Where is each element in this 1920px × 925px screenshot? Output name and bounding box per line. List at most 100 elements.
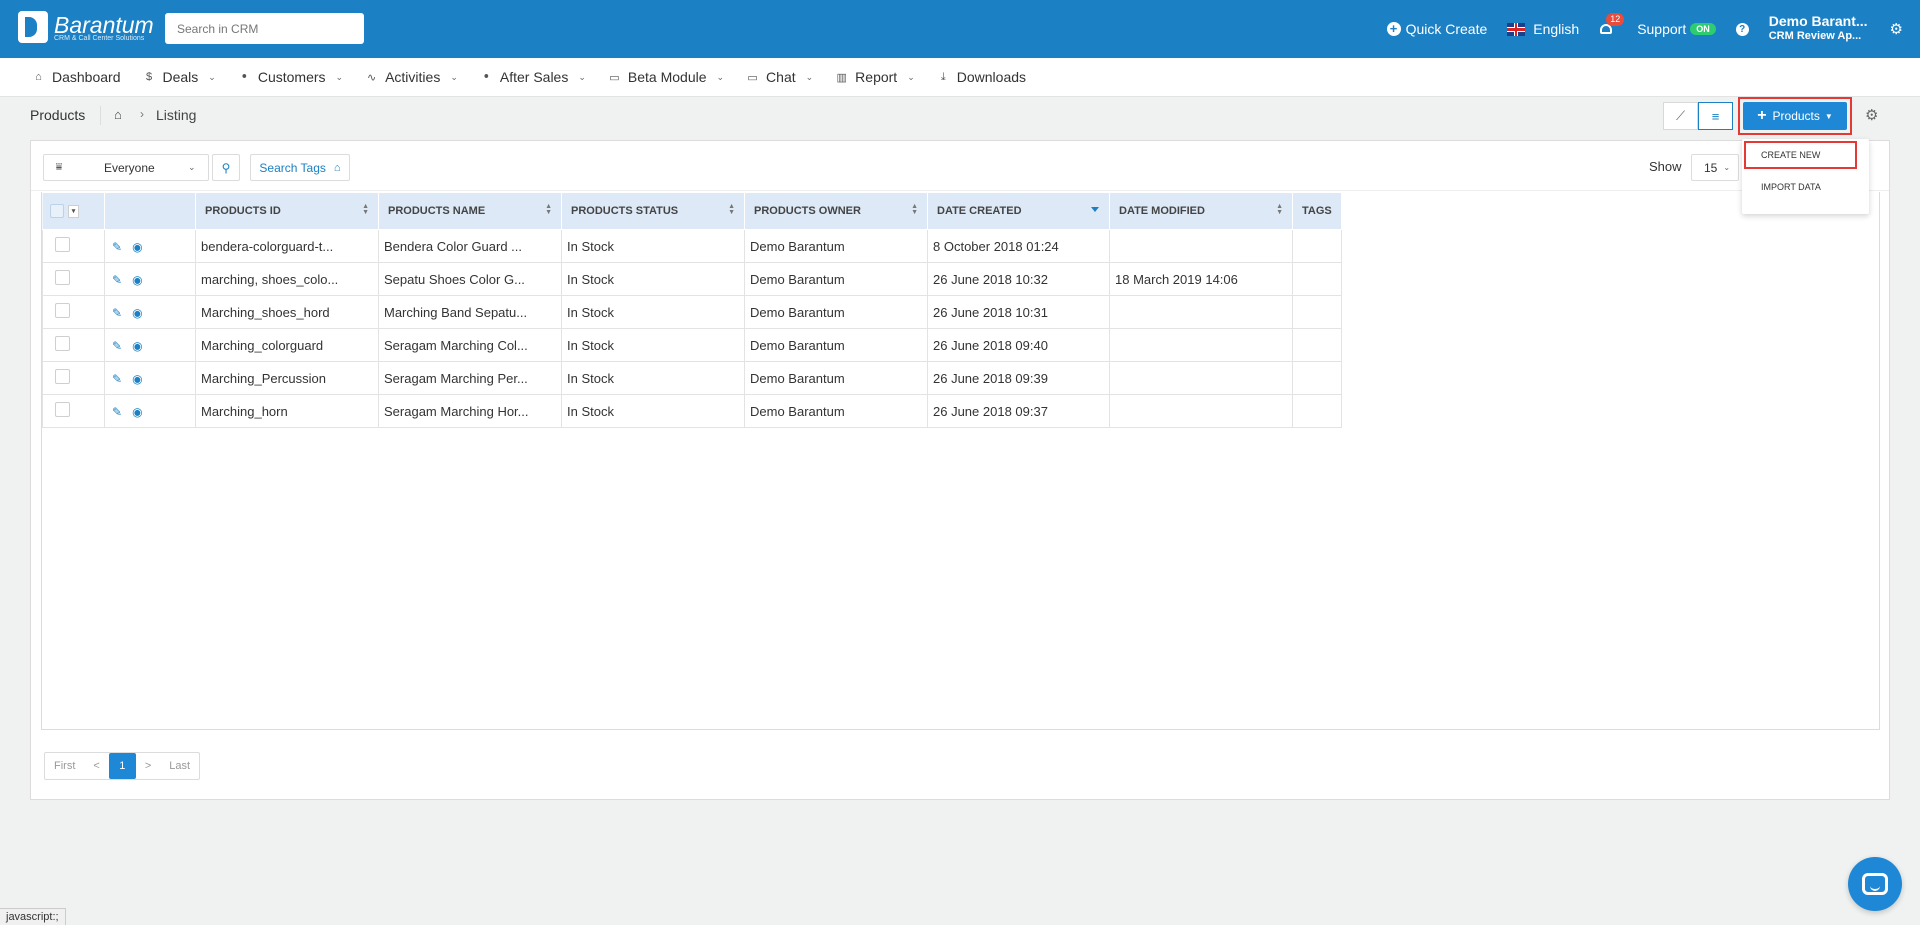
nav-customers[interactable]: ꔷ Customers ⌄	[238, 69, 343, 85]
support-label: Support	[1637, 21, 1687, 37]
nav-dashboard[interactable]: ⌂ Dashboard	[32, 69, 121, 85]
cell-product-name-link[interactable]: Sepatu Shoes Color G...	[378, 262, 562, 296]
folder-icon: ▭	[609, 71, 620, 84]
notifications-button[interactable]: 12	[1599, 13, 1625, 36]
help-button[interactable]: ?	[1735, 22, 1749, 36]
nav-report[interactable]: ▥ Report ⌄	[835, 69, 915, 85]
eye-icon[interactable]: ◉	[132, 273, 142, 287]
products-dropdown-menu: CREATE NEW IMPORT DATA	[1742, 139, 1869, 214]
eye-icon[interactable]: ◉	[132, 240, 142, 254]
cell-date-modified	[1109, 295, 1293, 329]
search-button[interactable]: ⚲	[212, 154, 240, 181]
nav-chat[interactable]: ▭ Chat ⌄	[746, 69, 813, 85]
column-header-label: TAGS	[1302, 205, 1332, 217]
row-checkbox[interactable]	[55, 237, 70, 252]
cell-product-status: In Stock	[561, 328, 745, 362]
eye-icon[interactable]: ◉	[132, 339, 142, 353]
table-row[interactable]: ✎ ◉ Marching_horn Seragam Marching Hor... In…	[42, 394, 1342, 428]
breadcrumb-separator: ›	[140, 107, 144, 121]
column-header[interactable]: DATE MODIFIED ▲ ▼	[1109, 192, 1293, 230]
cell-product-status: In Stock	[561, 262, 745, 296]
pager-first[interactable]: First	[45, 753, 84, 779]
language-selector[interactable]: English	[1507, 21, 1579, 37]
row-actions-cell: ✎ ◉	[104, 262, 196, 296]
listing-toolbar: ⩸ Everyone ⌄ ⚲ Search Tags ⌂ Show 15 ⌄	[31, 141, 1889, 191]
chevron-down-icon: ⌄	[907, 71, 915, 82]
column-header[interactable]: PRODUCTS ID ▲ ▼	[195, 192, 379, 230]
column-header[interactable]: PRODUCTS NAME ▲ ▼	[378, 192, 562, 230]
nav-downloads[interactable]: ⤓ Downloads	[937, 69, 1026, 85]
pager-current-page[interactable]: 1	[108, 753, 136, 779]
eye-icon[interactable]: ◉	[132, 372, 142, 386]
cell-product-name-link[interactable]: Bendera Color Guard ...	[378, 229, 562, 263]
pager-next[interactable]: >	[136, 753, 160, 779]
row-checkbox[interactable]	[55, 402, 70, 417]
menu-item-create-new[interactable]: CREATE NEW	[1744, 141, 1857, 169]
column-header[interactable]: PRODUCTS STATUS ▲ ▼	[561, 192, 745, 230]
select-all-header[interactable]: ▾	[42, 192, 105, 230]
download-icon: ⤓	[940, 70, 946, 83]
search-tags-button[interactable]: Search Tags ⌂	[250, 154, 350, 181]
row-checkbox[interactable]	[55, 369, 70, 384]
pencil-icon[interactable]: ✎	[112, 372, 122, 386]
cell-product-name-link[interactable]: Seragam Marching Per...	[378, 361, 562, 395]
row-checkbox[interactable]	[55, 303, 70, 318]
chart-icon: ▥	[836, 71, 847, 84]
messenger-icon[interactable]	[1848, 857, 1902, 911]
quick-create-button[interactable]: + Quick Create	[1386, 21, 1487, 37]
row-checkbox[interactable]	[55, 336, 70, 351]
pencil-icon[interactable]: ✎	[112, 405, 122, 419]
pencil-icon[interactable]: ✎	[112, 273, 122, 287]
logo[interactable]: Barantum CRM & Call Center Solutions	[18, 11, 154, 43]
nav-deals[interactable]: $ Deals ⌄	[143, 69, 216, 85]
nav-after-sales[interactable]: ꔷ After Sales ⌄	[480, 69, 586, 85]
row-select-cell	[42, 262, 105, 296]
global-search-input[interactable]	[165, 13, 364, 44]
menu-item-import-data[interactable]: IMPORT DATA	[1742, 173, 1869, 201]
cell-product-name-link[interactable]: Seragam Marching Hor...	[378, 394, 562, 428]
listing-panel: ⩸ Everyone ⌄ ⚲ Search Tags ⌂ Show 15 ⌄ ▾…	[30, 140, 1890, 800]
page-size-select[interactable]: 15 ⌄	[1691, 154, 1739, 181]
pager-last[interactable]: Last	[160, 753, 199, 779]
owner-filter-select[interactable]: ⩸ Everyone ⌄	[43, 154, 209, 181]
select-all-checkbox[interactable]	[50, 204, 64, 218]
gear-icon[interactable]: ⚙	[1890, 20, 1903, 38]
pencil-icon[interactable]: ✎	[112, 240, 122, 254]
chevron-down-icon: ⌄	[805, 71, 814, 82]
column-header-label: PRODUCTS NAME	[388, 205, 486, 217]
nav-dashboard-label: Dashboard	[52, 69, 121, 85]
pencil-icon[interactable]: ✎	[112, 339, 122, 353]
pager-prev[interactable]: <	[84, 753, 108, 779]
nav-activities[interactable]: ∿ Activities ⌄	[365, 69, 458, 85]
nav-beta-module[interactable]: ▭ Beta Module ⌄	[608, 69, 724, 85]
cell-product-owner: Demo Barantum	[744, 295, 928, 329]
table-row[interactable]: ✎ ◉ Marching_colorguard Seragam Marching Co…	[42, 328, 1342, 362]
nav-customers-label: Customers	[257, 69, 326, 85]
sort-desc-icon	[1091, 207, 1099, 212]
chevron-down-icon: ⌄	[578, 71, 586, 82]
gear-icon[interactable]: ⚙	[1865, 106, 1878, 124]
column-header-label: DATE MODIFIED	[1119, 205, 1205, 217]
chart-view-button[interactable]: ⟋	[1663, 102, 1698, 130]
cell-product-name-link[interactable]: Seragam Marching Col...	[378, 328, 562, 362]
pencil-icon[interactable]: ✎	[112, 306, 122, 320]
column-header[interactable]: DATE CREATED	[927, 192, 1110, 230]
table-row[interactable]: ✎ ◉ bendera-colorguard-t... Bendera Color G…	[42, 229, 1342, 263]
eye-icon[interactable]: ◉	[132, 405, 142, 419]
products-action-button[interactable]: + Products ▼	[1743, 102, 1847, 130]
cell-date-modified	[1109, 328, 1293, 362]
list-view-button[interactable]: ≡	[1698, 102, 1733, 130]
user-menu[interactable]: Demo Barant... CRM Review Ap...	[1769, 14, 1868, 44]
chevron-down-icon[interactable]: ▾	[68, 204, 79, 218]
cell-date-modified: 18 March 2019 14:06	[1109, 262, 1293, 296]
eye-icon[interactable]: ◉	[132, 306, 142, 320]
support-toggle[interactable]: Support ON	[1637, 21, 1716, 37]
table-row[interactable]: ✎ ◉ marching, shoes_colo... Sepatu Shoes Co…	[42, 262, 1342, 296]
table-row[interactable]: ✎ ◉ Marching_Percussion Seragam Marching Pe…	[42, 361, 1342, 395]
column-header[interactable]: TAGS	[1292, 192, 1342, 230]
home-icon[interactable]: ⌂	[114, 107, 122, 122]
table-row[interactable]: ✎ ◉ Marching_shoes_hord Marching Band Sepat…	[42, 295, 1342, 329]
column-header[interactable]: PRODUCTS OWNER ▲ ▼	[744, 192, 928, 230]
row-checkbox[interactable]	[55, 270, 70, 285]
cell-product-name-link[interactable]: Marching Band Sepatu...	[378, 295, 562, 329]
